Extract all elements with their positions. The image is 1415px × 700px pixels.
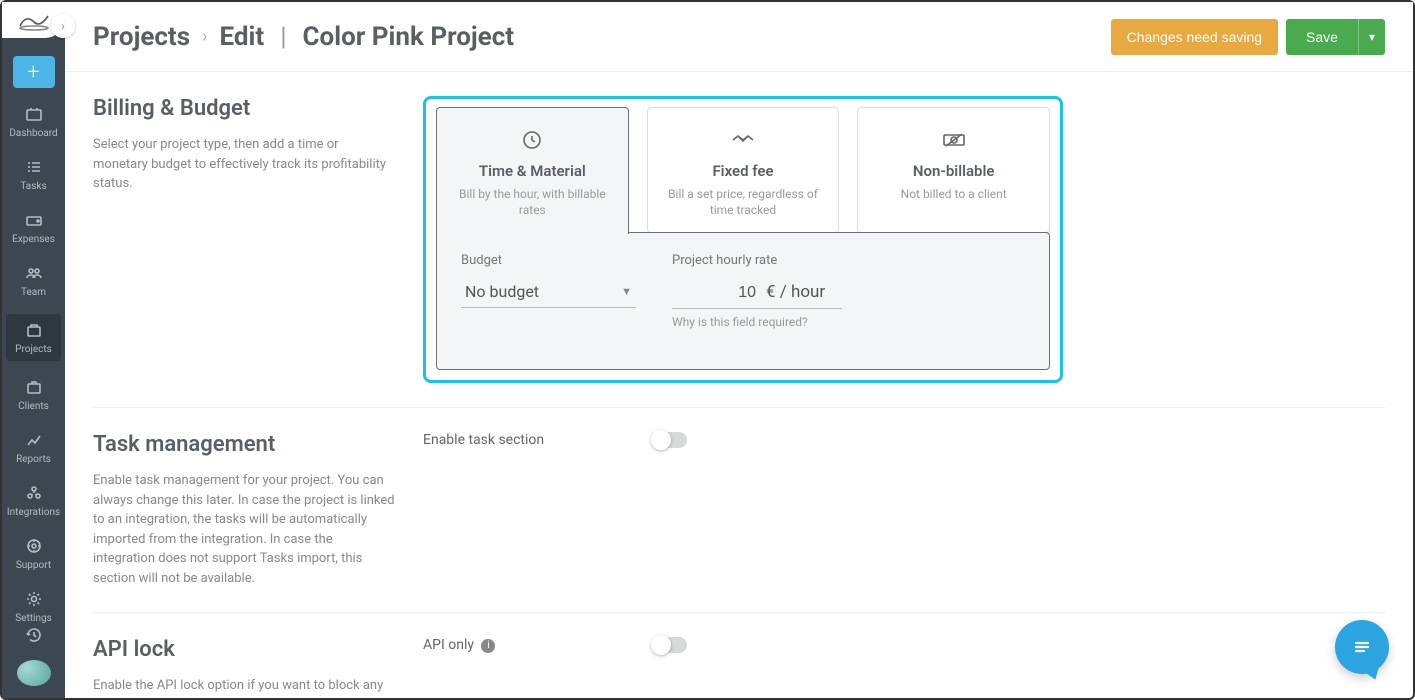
header: Projects › Edit | Color Pink Project Cha… — [65, 2, 1413, 72]
enable-task-toggle[interactable] — [653, 432, 687, 448]
breadcrumb-title: Color Pink Project — [303, 22, 515, 52]
card-time-material[interactable]: Time & Material Bill by the hour, with b… — [436, 107, 629, 234]
budget-select[interactable]: No budget ▼ — [461, 276, 636, 308]
add-button[interactable]: + — [13, 56, 55, 88]
section-desc: Enable the API lock option if you want t… — [93, 676, 395, 698]
section-title: Billing & Budget — [93, 96, 395, 121]
rate-label: Project hourly rate — [672, 253, 842, 268]
info-icon[interactable]: i — [481, 639, 495, 653]
team-icon — [24, 263, 44, 283]
reports-icon — [24, 430, 44, 450]
expenses-icon — [24, 210, 44, 230]
rate-input[interactable] — [676, 284, 756, 302]
section-desc: Select your project type, then add a tim… — [93, 135, 395, 194]
card-title: Fixed fee — [660, 162, 827, 180]
rate-hint-link[interactable]: Why is this field required? — [672, 315, 842, 329]
nav-dashboard[interactable]: Dashboard — [2, 102, 65, 141]
changes-need-saving-button[interactable]: Changes need saving — [1111, 19, 1278, 55]
settings-icon — [24, 589, 44, 609]
save-button[interactable]: Save — [1286, 19, 1358, 55]
section-desc: Enable task management for your project.… — [93, 471, 395, 588]
card-title: Time & Material — [449, 162, 616, 180]
nav-label: Dashboard — [9, 128, 57, 139]
clients-icon — [24, 377, 44, 397]
pipe-separator: | — [280, 22, 286, 52]
section-api-lock: API lock Enable the API lock option if y… — [93, 637, 1385, 698]
nav-label: Tasks — [20, 181, 46, 192]
section-billing: Billing & Budget Select your project typ… — [93, 96, 1385, 408]
card-non-billable[interactable]: Non-billable Not billed to a client — [857, 107, 1050, 233]
dashboard-icon — [24, 104, 44, 124]
nav-label: Support — [16, 560, 51, 571]
nav-label: Projects — [15, 344, 52, 355]
support-icon — [24, 536, 44, 556]
budget-label: Budget — [461, 253, 636, 268]
sidebar: › + Dashboard Tasks Expenses Team Projec… — [2, 2, 65, 698]
nav-label: Integrations — [7, 507, 60, 518]
nav-label: Clients — [18, 401, 49, 412]
nav-reports[interactable]: Reports — [2, 428, 65, 467]
user-avatar[interactable] — [17, 660, 51, 686]
non-billable-icon — [870, 126, 1037, 154]
nav-clients[interactable]: Clients — [2, 375, 65, 414]
breadcrumb-root[interactable]: Projects — [93, 22, 190, 52]
logo[interactable]: › — [2, 2, 65, 38]
section-title: Task management — [93, 432, 395, 457]
chevron-down-icon: ▼ — [621, 285, 632, 298]
handshake-icon — [660, 126, 827, 154]
save-dropdown-button[interactable]: ▾ — [1358, 19, 1385, 55]
toggle-label: API only i — [423, 637, 653, 653]
nav-team[interactable]: Team — [2, 261, 65, 300]
nav-support[interactable]: Support — [2, 534, 65, 573]
toggle-label: Enable task section — [423, 432, 653, 448]
card-title: Non-billable — [870, 162, 1037, 180]
clock-icon — [449, 126, 616, 154]
budget-value: No budget — [465, 282, 539, 301]
chevron-right-icon: › — [202, 26, 207, 47]
breadcrumb-action: Edit — [219, 22, 264, 52]
card-sub: Bill a set price, regardless of time tra… — [660, 186, 827, 218]
rate-unit: € / hour — [766, 282, 825, 302]
card-sub: Not billed to a client — [870, 186, 1037, 202]
nav-expenses[interactable]: Expenses — [2, 208, 65, 247]
nav-tasks[interactable]: Tasks — [2, 155, 65, 194]
card-sub: Bill by the hour, with billable rates — [449, 186, 616, 218]
nav-label: Expenses — [12, 234, 55, 245]
nav-label: Team — [21, 287, 46, 298]
nav-integrations[interactable]: Integrations — [2, 481, 65, 520]
billing-highlight: Time & Material Bill by the hour, with b… — [423, 96, 1063, 383]
breadcrumb: Projects › Edit | Color Pink Project — [93, 22, 514, 52]
nav-label: Settings — [15, 613, 52, 624]
nav-projects[interactable]: Projects — [6, 314, 61, 361]
tasks-icon — [24, 157, 44, 177]
nav-label: Reports — [16, 454, 51, 465]
sidebar-expand-icon[interactable]: › — [51, 14, 75, 38]
section-task-management: Task management Enable task management f… — [93, 432, 1385, 613]
integrations-icon — [24, 483, 44, 503]
section-title: API lock — [93, 637, 395, 662]
projects-icon — [24, 320, 44, 340]
content: Billing & Budget Select your project typ… — [65, 72, 1413, 698]
budget-settings: Budget No budget ▼ Project hourly rate €… — [436, 232, 1050, 370]
nav-settings[interactable]: Settings — [2, 587, 65, 626]
card-fixed-fee[interactable]: Fixed fee Bill a set price, regardless o… — [647, 107, 840, 233]
history-icon[interactable] — [25, 626, 43, 648]
api-lock-toggle[interactable] — [653, 637, 687, 653]
